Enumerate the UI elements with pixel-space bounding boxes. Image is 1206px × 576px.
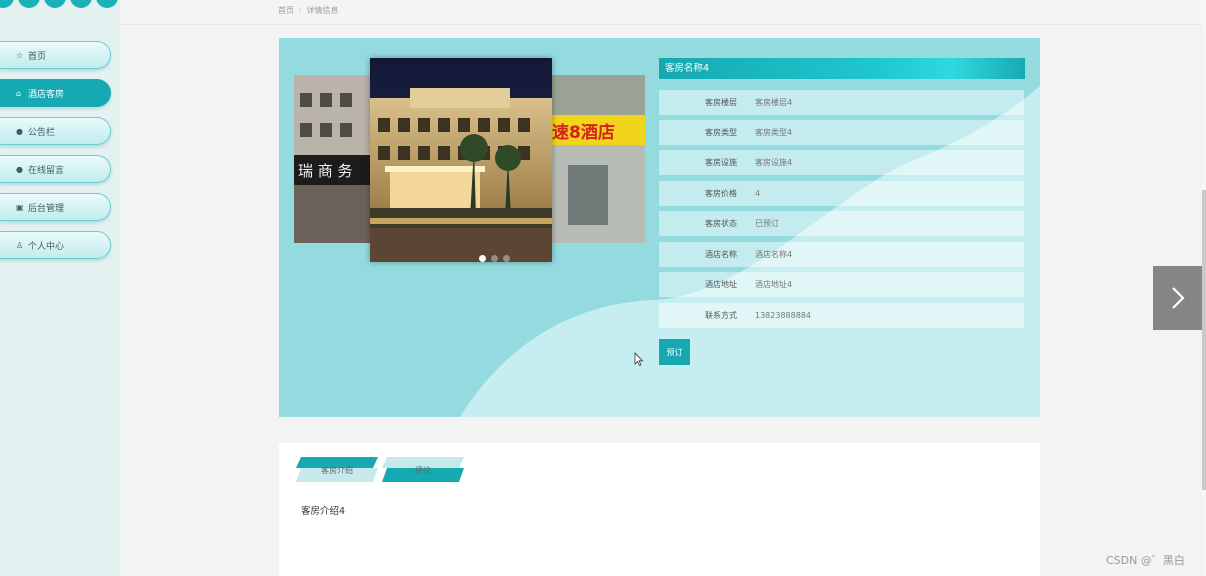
sidebar-item-personal-center[interactable]: ♙ 个人中心 [0, 231, 111, 259]
info-label: 客房状态 [705, 219, 737, 228]
home-icon: ⌂ [16, 88, 22, 98]
slide-sign-text: 瑞 商 务 [298, 162, 353, 180]
info-row-hotel-name: 酒店名称 酒店名称4 [659, 242, 1024, 267]
info-value: 已预订 [755, 219, 779, 228]
sidebar-item-admin[interactable]: ▣ 后台管理 [0, 193, 111, 221]
dashboard-icon: ▣ [16, 202, 24, 212]
sidebar-item-label: 个人中心 [28, 241, 65, 252]
info-row-hotel-address: 酒店地址 酒店地址4 [659, 272, 1024, 297]
hotel-photo-right: 速8酒店 [550, 75, 645, 243]
info-value: 酒店地址4 [755, 280, 793, 289]
carousel-slide-right[interactable]: 速8酒店 [550, 75, 645, 243]
carousel-dot[interactable] [503, 255, 510, 262]
info-label: 酒店名称 [705, 250, 737, 259]
help-icon: ● [16, 164, 23, 174]
info-label: 联系方式 [705, 311, 737, 320]
carousel-dot[interactable] [491, 255, 498, 262]
info-value: 4 [755, 189, 761, 198]
breadcrumb-separator: ⁝ [299, 6, 302, 15]
sidebar: ☆ 首页 ⌂ 酒店客房 ● 公告栏 ● 在线留言 ▣ 后台管理 ♙ 个人中心 [0, 0, 120, 576]
info-row-type: 客房类型 客房类型4 [659, 120, 1024, 145]
info-row-price: 客房价格 4 [659, 181, 1024, 206]
sidebar-item-notice-board[interactable]: ● 公告栏 [0, 117, 111, 145]
tabs-panel: 客房介绍 评论 客房介绍4 [279, 443, 1040, 576]
sidebar-item-label: 在线留言 [28, 165, 65, 176]
watermark: CSDN @゛黑白 [1106, 554, 1185, 567]
hotel-photo-left: 瑞 商 务 [294, 75, 374, 243]
image-carousel[interactable]: 瑞 商 务 速8酒店 [294, 58, 645, 263]
info-value: 客房类型4 [755, 128, 793, 137]
info-row-status: 客房状态 已预订 [659, 211, 1024, 236]
tab-review[interactable]: 评论 [382, 457, 464, 482]
tab-label: 评论 [415, 466, 431, 475]
info-label: 客房价格 [705, 189, 737, 198]
info-value: 酒店名称4 [755, 250, 793, 259]
sidebar-item-home[interactable]: ☆ 首页 [0, 41, 111, 69]
book-button[interactable]: 预订 [659, 339, 690, 365]
carousel-slide-center[interactable] [370, 58, 552, 262]
breadcrumb-home[interactable]: 首页 [278, 6, 294, 15]
slide-sign-text: 速8酒店 [552, 122, 615, 143]
info-label: 客房楼层 [705, 98, 737, 107]
sidebar-item-label: 后台管理 [28, 203, 65, 214]
breadcrumb-current: 详情信息 [306, 6, 339, 15]
carousel-indicators [479, 255, 510, 262]
carousel-dot[interactable] [479, 255, 486, 262]
tab-label: 客房介绍 [321, 466, 353, 475]
info-label: 酒店地址 [705, 280, 737, 289]
breadcrumb: 首页 ⁝ 详情信息 [278, 5, 339, 16]
info-row-floor: 客房楼层 客房楼层4 [659, 90, 1024, 115]
user-icon: ♙ [16, 240, 24, 250]
carousel-slide-left[interactable]: 瑞 商 务 [294, 75, 374, 243]
info-row-facilities: 客房设施 客房设施4 [659, 150, 1024, 175]
sidebar-item-label: 公告栏 [28, 127, 56, 138]
info-icon: ● [16, 126, 23, 136]
next-arrow-button[interactable] [1153, 266, 1202, 330]
info-value: 客房设施4 [755, 158, 793, 167]
star-icon: ☆ [16, 50, 24, 60]
tab-room-intro[interactable]: 客房介绍 [296, 457, 378, 482]
sidebar-decoration [0, 0, 120, 12]
sidebar-item-label: 酒店客房 [28, 89, 65, 100]
info-label: 客房类型 [705, 128, 737, 137]
chevron-right-icon [1171, 287, 1185, 309]
sidebar-item-online-message[interactable]: ● 在线留言 [0, 155, 111, 183]
info-row-contact: 联系方式 13823888884 [659, 303, 1024, 328]
hotel-photo-main [370, 58, 552, 262]
tab-content-text: 客房介绍4 [301, 506, 346, 517]
scrollbar-thumb[interactable] [1202, 190, 1206, 490]
info-value: 13823888884 [755, 311, 811, 320]
info-value: 客房楼层4 [755, 98, 793, 107]
sidebar-item-hotel-rooms[interactable]: ⌂ 酒店客房 [0, 79, 111, 107]
room-detail-panel: 瑞 商 务 速8酒店 客房名称4 客房楼层 客房楼层4 客房类型 客房类型4 客… [279, 38, 1040, 417]
room-title: 客房名称4 [659, 58, 1025, 79]
sidebar-item-label: 首页 [28, 51, 47, 62]
mouse-cursor-icon [634, 352, 644, 366]
info-label: 客房设施 [705, 158, 737, 167]
